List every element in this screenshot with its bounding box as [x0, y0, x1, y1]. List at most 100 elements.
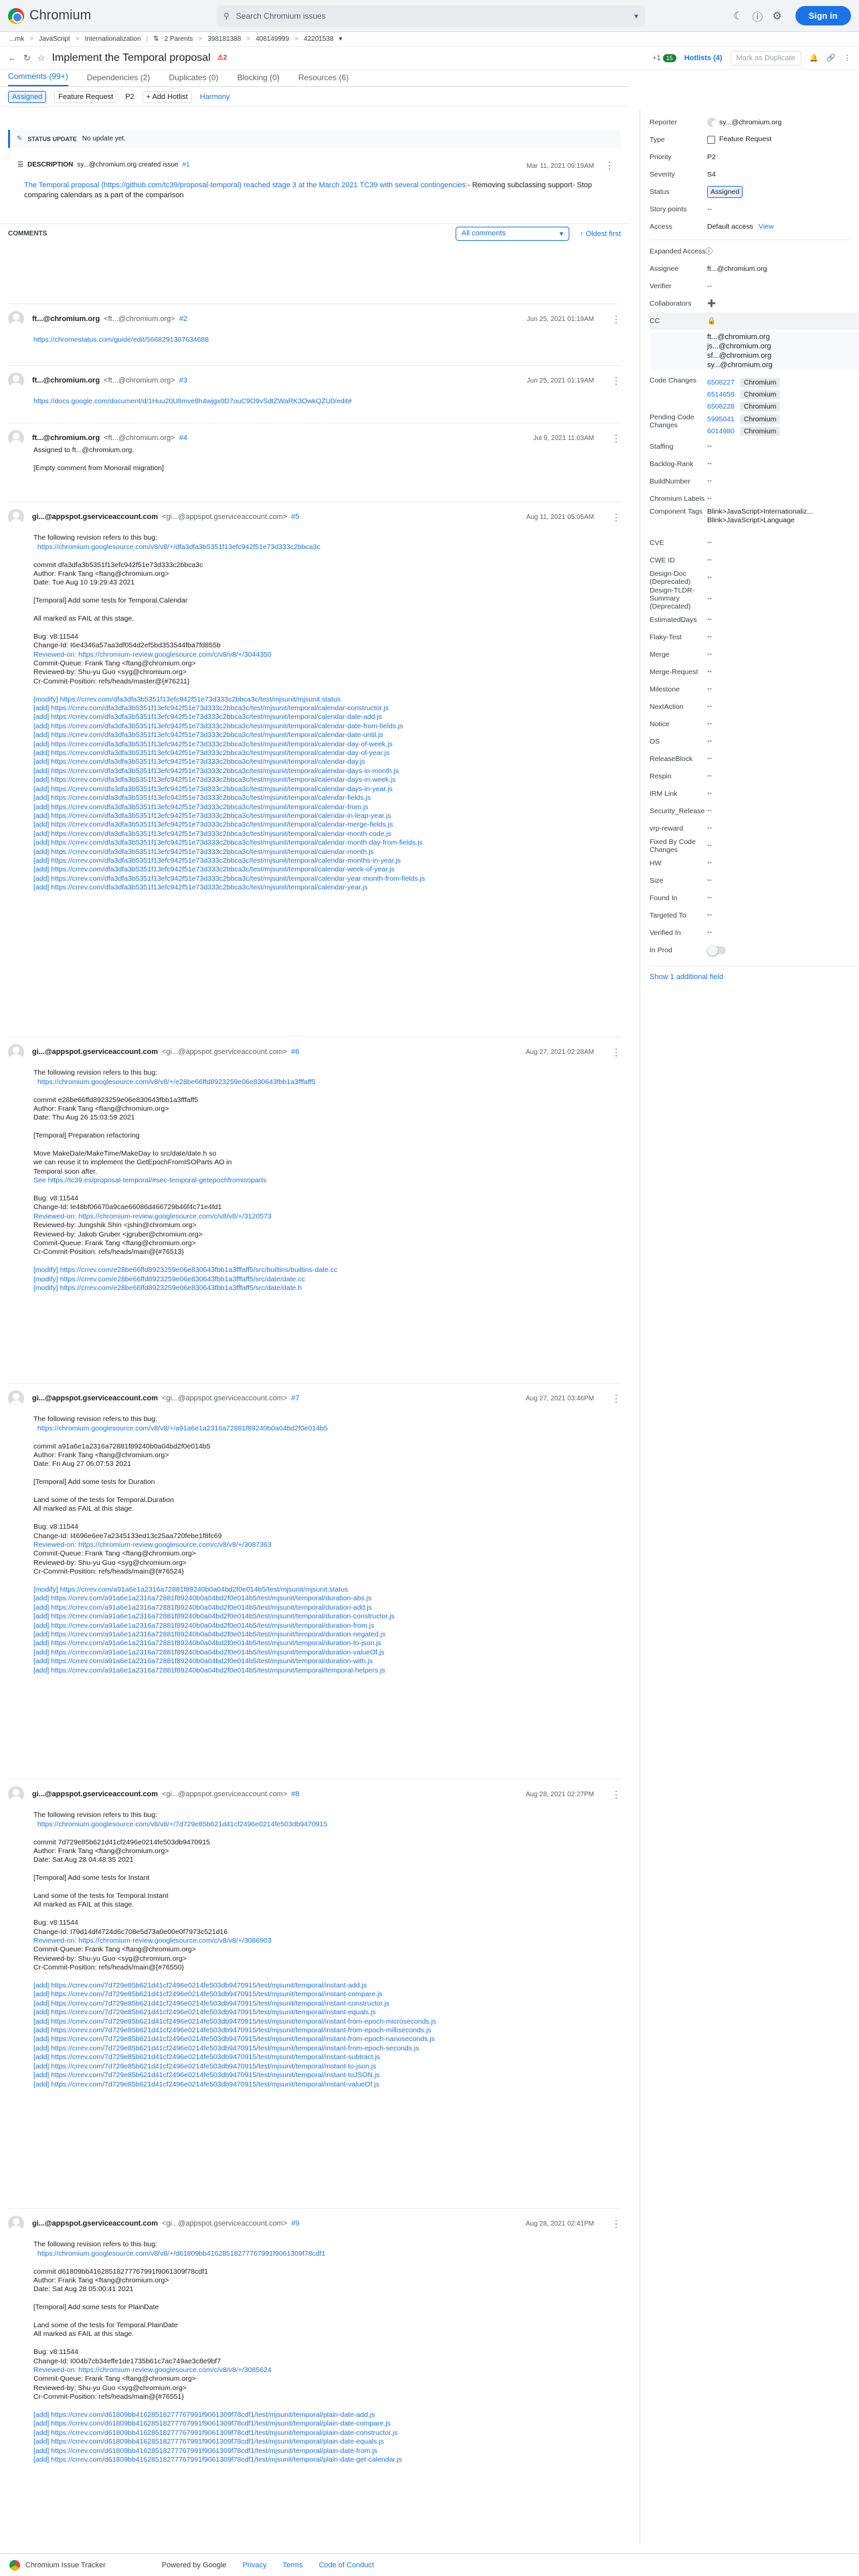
more-icon[interactable]: ⋮: [611, 433, 621, 444]
comment-number[interactable]: #3: [179, 377, 187, 385]
star-icon[interactable]: ☆: [37, 53, 45, 64]
more-icon[interactable]: ⋮: [611, 1393, 621, 1404]
comment-author[interactable]: gi...@appspot.gserviceaccount.com: [32, 1048, 158, 1056]
field-value[interactable]: Feature Request: [719, 135, 771, 143]
comment-link[interactable]: [add] https://crrev.com/7d729e85b621d41c…: [33, 2071, 621, 2080]
breadcrumb-item[interactable]: 398181388: [207, 35, 241, 43]
comment-link[interactable]: [add] https://crrev.com/a91a6e1a2316a728…: [33, 1612, 621, 1621]
comment-link[interactable]: [add] https://crrev.com/a91a6e1a2316a728…: [33, 1657, 621, 1666]
comment-link[interactable]: [add] https://crrev.com/d61809bb41628518…: [33, 2411, 621, 2420]
link-icon[interactable]: 🔗: [826, 53, 836, 62]
field-value[interactable]: ➕: [707, 299, 716, 308]
field-value[interactable]: --: [707, 477, 712, 486]
field-value[interactable]: --: [707, 928, 712, 937]
comment-link[interactable]: [add] https://crrev.com/dfa3dfa3b5351f13…: [33, 749, 621, 758]
code-of-conduct-link[interactable]: Code of Conduct: [318, 2561, 374, 2569]
more-icon[interactable]: ⋮: [611, 1047, 621, 1058]
comment-number[interactable]: #6: [291, 1048, 299, 1056]
comment-link[interactable]: [add] https://crrev.com/a91a6e1a2316a728…: [33, 1667, 621, 1675]
comment-link[interactable]: Reviewed-on: https://chromium-review.goo…: [33, 2366, 621, 2375]
comment-link[interactable]: https://chromium.googlesource.com/v8/v8/…: [33, 1820, 621, 1829]
comment-author[interactable]: ft...@chromium.org: [32, 434, 100, 442]
comment-link[interactable]: [add] https://crrev.com/dfa3dfa3b5351f13…: [33, 794, 621, 802]
comment-link[interactable]: [add] https://crrev.com/dfa3dfa3b5351f13…: [33, 767, 621, 776]
more-icon[interactable]: ⋮: [605, 160, 614, 171]
dropdown-icon[interactable]: ▾: [339, 35, 343, 43]
field-value[interactable]: --: [707, 685, 712, 693]
comment-link[interactable]: [add] https://crrev.com/dfa3dfa3b5351f13…: [33, 812, 621, 821]
comment-link[interactable]: [add] https://crrev.com/a91a6e1a2316a728…: [33, 1630, 621, 1639]
field-value[interactable]: S4: [707, 171, 716, 179]
comment-link[interactable]: [add] https://crrev.com/a91a6e1a2316a728…: [33, 1604, 621, 1612]
comment-link[interactable]: [add] https://crrev.com/dfa3dfa3b5351f13…: [33, 731, 621, 740]
comment-author[interactable]: ft...@chromium.org: [32, 315, 100, 323]
code-change-link[interactable]: 6014980: [707, 427, 735, 435]
comment-link[interactable]: [add] https://crrev.com/7d729e85b621d41c…: [33, 2062, 621, 2071]
field-value[interactable]: --: [707, 824, 712, 833]
chip-assigned[interactable]: Assigned: [8, 90, 47, 103]
more-icon[interactable]: ⋮: [611, 2218, 621, 2230]
comment-link[interactable]: [modify] https://crrev.com/e28be66ffd892…: [33, 1275, 621, 1284]
field-value[interactable]: --: [707, 205, 712, 213]
field-value[interactable]: --: [707, 650, 712, 659]
comment-link[interactable]: [add] https://crrev.com/dfa3dfa3b5351f13…: [33, 758, 621, 766]
tab-blocking[interactable]: Blocking (0): [237, 73, 279, 86]
comment-author[interactable]: gi...@appspot.gserviceaccount.com: [32, 1790, 158, 1798]
comment-link[interactable]: Reviewed-on: https://chromium-review.goo…: [33, 1212, 621, 1221]
field-value[interactable]: --: [707, 702, 712, 711]
comment-link[interactable]: [add] https://crrev.com/dfa3dfa3b5351f13…: [33, 803, 621, 812]
field-value[interactable]: --: [707, 737, 712, 746]
field-value[interactable]: --: [707, 911, 712, 920]
field-value[interactable]: --: [707, 556, 712, 564]
comment-link[interactable]: [add] https://crrev.com/a91a6e1a2316a728…: [33, 1639, 621, 1648]
comment-link[interactable]: The Temporal proposal (https://github.co…: [24, 181, 468, 189]
cc-item[interactable]: sy...@chromium.org: [707, 360, 859, 370]
field-value[interactable]: --: [707, 538, 712, 547]
access-view-link[interactable]: View: [759, 223, 774, 231]
field-value[interactable]: --: [707, 772, 712, 780]
hotlists-button[interactable]: Hotlists (4): [684, 54, 723, 62]
comment-link[interactable]: https://chromestatus.com/guide/edit/5668…: [33, 336, 621, 344]
comment-number[interactable]: #4: [179, 434, 187, 442]
comment-number[interactable]: #8: [291, 1790, 299, 1798]
in-prod-toggle[interactable]: [707, 944, 726, 956]
sign-in-button[interactable]: Sign in: [795, 6, 851, 25]
code-change-link[interactable]: 6508228: [707, 403, 735, 411]
comment-link[interactable]: [add] https://crrev.com/dfa3dfa3b5351f13…: [33, 830, 621, 839]
breadcrumb-item[interactable]: 42201538: [304, 35, 334, 43]
bell-icon[interactable]: 🔔: [809, 53, 819, 62]
chip-feature-request[interactable]: Feature Request: [54, 90, 118, 103]
field-value[interactable]: --: [707, 494, 712, 503]
field-value[interactable]: Blink>JavaScript>Internationaliz... Blin…: [707, 508, 813, 525]
cc-item[interactable]: js...@chromium.org: [707, 342, 859, 351]
comment-number[interactable]: #9: [291, 2220, 299, 2228]
comment-link[interactable]: [add] https://crrev.com/7d729e85b621d41c…: [33, 2035, 621, 2044]
field-value[interactable]: --: [707, 633, 712, 641]
field-value[interactable]: --: [707, 893, 712, 902]
mark-duplicate-button[interactable]: Mark as Duplicate: [730, 50, 801, 66]
description-number[interactable]: #1: [182, 161, 189, 169]
comment-link[interactable]: [add] https://crrev.com/dfa3dfa3b5351f13…: [33, 865, 621, 874]
show-more-fields-button[interactable]: Show 1 additional field: [650, 966, 859, 981]
plus-one-button[interactable]: +1 15: [652, 53, 676, 62]
comment-link[interactable]: [add] https://crrev.com/d61809bb41628518…: [33, 2438, 621, 2446]
comment-link[interactable]: [add] https://crrev.com/d61809bb41628518…: [33, 2429, 621, 2438]
code-change-link[interactable]: 5995041: [707, 415, 735, 423]
search-dropdown-icon[interactable]: ▾: [634, 11, 638, 21]
field-value[interactable]: --: [707, 573, 712, 582]
cc-item[interactable]: sf...@chromium.org: [707, 351, 859, 360]
comment-link[interactable]: [add] https://crrev.com/d61809bb41628518…: [33, 2420, 621, 2428]
comment-link[interactable]: [add] https://crrev.com/7d729e85b621d41c…: [33, 2018, 621, 2026]
comment-link[interactable]: Reviewed-on: https://chromium-review.goo…: [33, 651, 621, 659]
dark-mode-icon[interactable]: ☾: [733, 9, 743, 23]
comment-link[interactable]: [add] https://crrev.com/dfa3dfa3b5351f13…: [33, 704, 621, 713]
comment-link[interactable]: [add] https://crrev.com/a91a6e1a2316a728…: [33, 1648, 621, 1657]
code-change-link[interactable]: 6514659: [707, 391, 735, 399]
comment-author[interactable]: gi...@appspot.gserviceaccount.com: [32, 1394, 158, 1402]
comment-link[interactable]: https://chromium.googlesource.com/v8/v8/…: [33, 2250, 621, 2258]
settings-icon[interactable]: ⚙: [772, 9, 781, 23]
breadcrumb-item[interactable]: 2 Parents: [165, 35, 193, 43]
comment-link[interactable]: [add] https://crrev.com/7d729e85b621d41c…: [33, 2044, 621, 2053]
comment-link[interactable]: [modify] https://crrev.com/e28be66ffd892…: [33, 1284, 621, 1293]
comment-link[interactable]: [add] https://crrev.com/dfa3dfa3b5351f13…: [33, 875, 621, 883]
